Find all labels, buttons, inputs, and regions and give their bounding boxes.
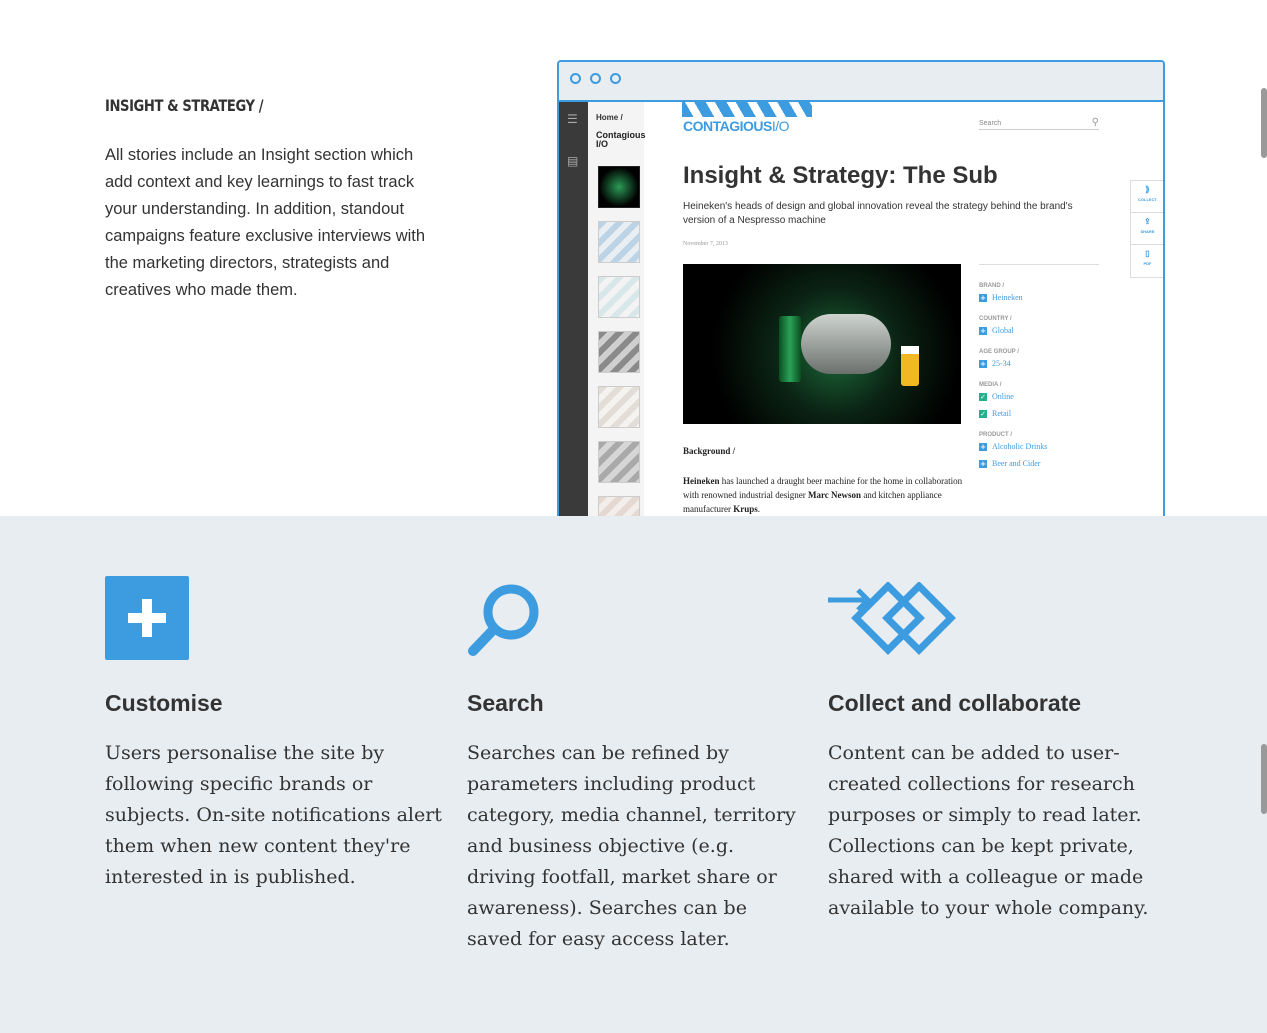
mockup-section-title: Contagious I/O <box>596 130 646 149</box>
facet-label: PRODUCT / <box>979 432 1012 438</box>
article-facets: BRAND / + Heineken COUNTRY / + Global AGE … <box>979 264 1099 468</box>
check-icon: ✓ <box>979 392 987 401</box>
article-body: Heineken has launched a draught beer mac… <box>683 476 963 514</box>
insight-description: All stories include an Insight section w… <box>105 146 426 299</box>
window-dot-icon <box>590 73 601 84</box>
facet-item: +25-34 <box>979 359 1011 368</box>
window-dot-icon <box>610 73 621 84</box>
article-tools: ⟫ COLLECT ⇪ SHARE ▯ PDF <box>1130 180 1163 278</box>
thumbnail <box>598 331 640 373</box>
feature-title: Customise <box>105 690 223 716</box>
article-hero-image <box>683 264 961 424</box>
window-dot-icon <box>570 73 581 84</box>
contagious-logo: CONTAGIOUSI/O <box>683 118 790 134</box>
search-icon: ⚲ <box>1091 117 1099 128</box>
plus-icon: + <box>979 359 987 368</box>
check-icon: ✓ <box>979 409 987 418</box>
facet-item: + Global <box>979 326 1014 335</box>
feature-title: Collect and collaborate <box>828 690 1082 716</box>
thumbnail <box>598 221 640 263</box>
plus-icon <box>105 576 189 660</box>
facet-item: ✓ Online <box>979 392 1014 401</box>
mockup-left-rail: ☰ ▤ <box>559 102 588 520</box>
beer-can-illustration <box>779 316 801 382</box>
article-subtitle: Heineken's heads of design and global in… <box>683 201 1073 226</box>
facet-item: ✓ Retail <box>979 409 1012 418</box>
beer-glass-illustration <box>901 346 919 386</box>
insight-section: INSIGHT & STRATEGY / All stories include… <box>0 0 1267 520</box>
collect-tool: ⟫ COLLECT <box>1131 181 1163 213</box>
background-heading: Background / <box>683 446 736 456</box>
article-title: Insight & Strategy: The Sub <box>683 162 998 189</box>
pdf-icon: ▯ <box>1145 249 1150 258</box>
browser-mockup: ☰ ▤ Home / Contagious I/O CONTAGIOUSI/O … <box>557 60 1165 520</box>
share-tool: ⇪ SHARE <box>1131 213 1163 245</box>
article-date: November 7, 2013 <box>683 241 728 247</box>
collect-icon: ⟫ <box>1145 185 1150 194</box>
share-icon: ⇪ <box>1144 217 1151 226</box>
facet-item: + Beer and Cider <box>979 459 1041 468</box>
feature-description: Users personalise the site by following … <box>105 742 442 888</box>
feature-description: Content can be added to user-created col… <box>828 742 1149 919</box>
magnifier-icon <box>468 584 539 656</box>
facet-label: AGE GROUP / <box>979 349 1019 355</box>
plus-icon: + <box>979 459 987 468</box>
beer-machine-illustration <box>801 314 891 374</box>
thumbnail <box>598 441 640 483</box>
scrollbar-thumb[interactable] <box>1261 744 1267 814</box>
facet-label: COUNTRY / <box>979 316 1012 322</box>
plus-icon: + <box>979 326 987 335</box>
thumbnail <box>598 276 640 318</box>
feature-description: Searches can be refined by parameters in… <box>467 742 796 950</box>
collect-icon <box>828 582 956 655</box>
facet-label: MEDIA / <box>979 382 1002 388</box>
thumbnail <box>598 386 640 428</box>
plus-icon: + <box>979 442 987 451</box>
menu-icon: ☰ <box>567 112 578 126</box>
scrollbar-thumb[interactable] <box>1261 88 1267 158</box>
plus-icon: + <box>979 293 987 302</box>
document-icon: ▤ <box>567 154 579 168</box>
logo-stripes <box>682 102 812 117</box>
mockup-page: ☰ ▤ Home / Contagious I/O CONTAGIOUSI/O … <box>559 102 1163 520</box>
feature-title: Search <box>467 690 544 716</box>
pdf-tool: ▯ PDF <box>1131 245 1163 277</box>
insight-heading: INSIGHT & STRATEGY / <box>105 96 264 115</box>
mockup-search-input: Search ⚲ <box>979 117 1099 130</box>
thumbnail <box>598 166 640 208</box>
mockup-breadcrumb: Home / <box>596 113 623 122</box>
facet-item: + Alcoholic Drinks <box>979 442 1048 451</box>
facet-item: + Heineken <box>979 293 1023 302</box>
browser-titlebar <box>559 62 1163 102</box>
facet-label: BRAND / <box>979 283 1004 289</box>
